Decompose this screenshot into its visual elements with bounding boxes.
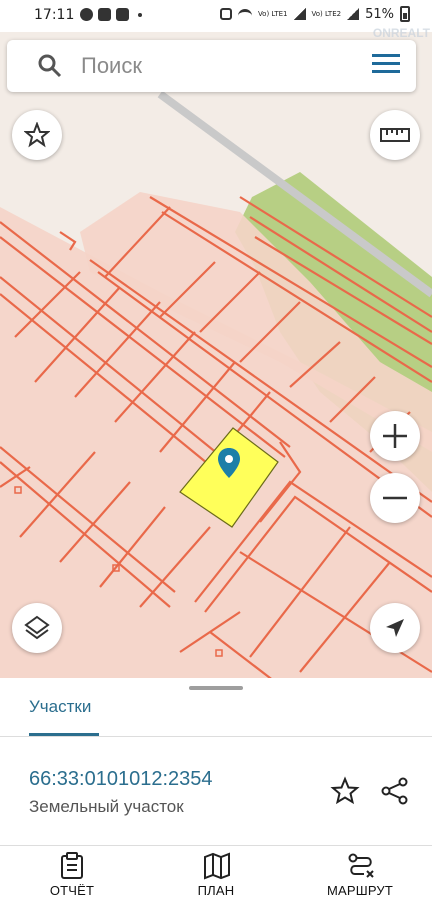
object-type: Земельный участок: [29, 797, 184, 816]
ruler-icon: [380, 128, 410, 142]
nav-plan-label: ПЛАН: [197, 883, 235, 898]
nav-plan[interactable]: ПЛАН: [161, 846, 271, 906]
notification-icons: [80, 8, 142, 21]
navigation-arrow-icon: [386, 619, 404, 637]
cadastral-map[interactable]: [0, 32, 432, 678]
search-icon[interactable]: [37, 53, 63, 79]
whatsapp-icon: [80, 8, 93, 21]
zoom-out-button[interactable]: [370, 473, 420, 523]
route-icon: [348, 853, 374, 878]
map-canvas[interactable]: [0, 32, 432, 678]
watermark: ONREALT: [372, 26, 430, 40]
map-icon: [204, 852, 230, 880]
favorite-button[interactable]: [12, 110, 62, 160]
cadastral-number[interactable]: 66:33:0101012:2354: [29, 768, 213, 791]
nav-report[interactable]: ОТЧЁТ: [17, 846, 127, 906]
network2-label: Vo) LTE2: [311, 10, 342, 18]
search-input[interactable]: Поиск: [81, 53, 142, 79]
system-icons: Vo) LTE1 Vo) LTE2 51%: [219, 6, 410, 22]
share-icon[interactable]: [380, 776, 410, 806]
nav-report-label: ОТЧЁТ: [49, 883, 95, 898]
signal1-icon: [293, 8, 306, 20]
bottom-navigation: ОТЧЁТ ПЛАН МАРШРУТ: [0, 845, 432, 910]
tab-divider: [0, 736, 432, 737]
status-bar: 17:11 Vo) LTE1 Vo) LTE2 51%: [0, 0, 432, 32]
network1-label: Vo) LTE1: [257, 10, 288, 18]
nav-route-label: МАРШРУТ: [326, 883, 394, 898]
my-location-button[interactable]: [370, 603, 420, 653]
zoom-in-icon: [383, 424, 407, 448]
wifi-icon: [237, 9, 252, 19]
star-icon[interactable]: [330, 776, 360, 806]
layers-button[interactable]: [12, 603, 62, 653]
signal2-icon: [347, 8, 360, 20]
zoom-in-button[interactable]: [370, 411, 420, 461]
ruler-button[interactable]: [370, 110, 420, 160]
gallery-icon: [98, 8, 111, 21]
status-time: 17:11: [34, 7, 75, 23]
layers-icon: [24, 615, 50, 640]
search-bar[interactable]: Поиск: [7, 40, 416, 92]
app-icon: [116, 8, 129, 21]
alarm-icon: [219, 8, 232, 20]
battery-icon: [400, 6, 410, 22]
star-icon: [24, 122, 50, 148]
menu-icon[interactable]: [372, 54, 402, 78]
tab-parcels[interactable]: Участки: [29, 697, 91, 717]
more-dot-icon: [138, 12, 142, 17]
nav-route[interactable]: МАРШРУТ: [305, 846, 415, 906]
sheet-drag-handle[interactable]: [189, 686, 243, 690]
zoom-out-icon: [383, 496, 407, 500]
clipboard-icon: [61, 852, 83, 879]
battery-percent: 51%: [365, 6, 394, 22]
